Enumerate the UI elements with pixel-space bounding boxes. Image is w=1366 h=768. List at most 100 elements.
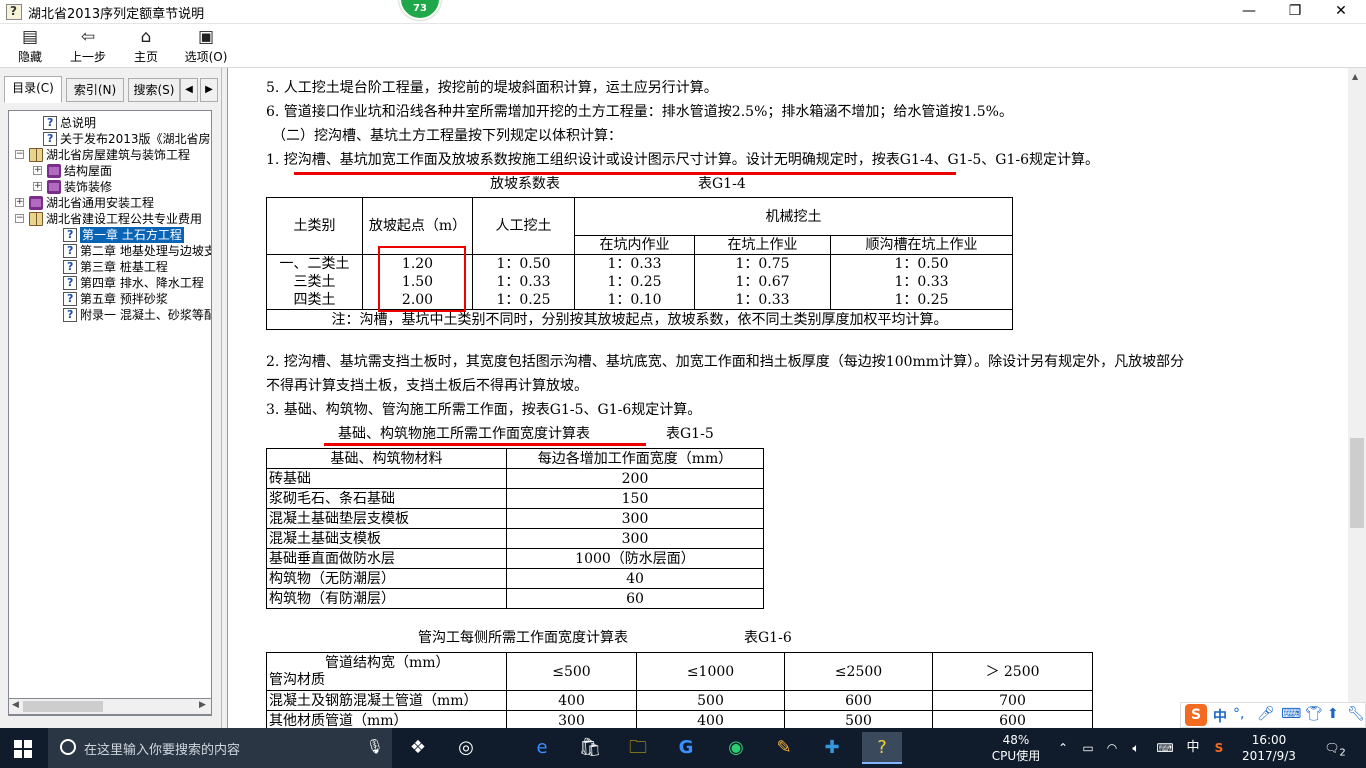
battery-icon[interactable]: ▭	[1080, 740, 1096, 756]
tree-item[interactable]: + 结构屋面	[11, 163, 211, 179]
tray-ime-lang[interactable]: 中	[1184, 740, 1202, 756]
open-book-icon	[29, 148, 43, 162]
tray-chevron-up-icon[interactable]: ⌃	[1056, 740, 1070, 756]
hide-button[interactable]: ▤ 隐藏	[2, 26, 58, 66]
clock-date[interactable]: 2017/9/3	[1234, 748, 1304, 764]
toolbar: ▤ 隐藏 ⇦ 上一步 ⌂ 主页 ▣ 选项(O)	[0, 24, 1366, 68]
tree-horizontal-scrollbar[interactable]: ◀ ▶	[8, 698, 212, 715]
tab-index[interactable]: 索引(N)	[66, 78, 124, 102]
microphone-icon[interactable]: 🎙︎	[366, 739, 384, 755]
tree-item[interactable]: 附录一 混凝土、砂浆等配	[11, 307, 211, 323]
col-header: ≤1000	[636, 652, 785, 691]
tab-contents[interactable]: 目录(C)	[4, 76, 62, 103]
table-row: 其他材质管道（mm） 300 400 500 600	[266, 710, 1093, 728]
scroll-up-arrow-icon[interactable]: ▲	[1352, 72, 1358, 81]
edge-icon[interactable]: e	[522, 732, 562, 764]
content-vertical-scrollbar[interactable]: ▲ ▼	[1348, 68, 1366, 728]
section-2-heading: （二）挖沟槽、基坑土方工程量按下列规定以体积计算：	[272, 128, 622, 144]
col-manual-header: 人工挖土	[472, 197, 575, 255]
options-button[interactable]: ▣ 选项(O)	[178, 26, 234, 66]
value-cell: 500	[636, 690, 785, 711]
floating-counter-badge[interactable]: 73	[399, 0, 441, 20]
sogou-tray-icon[interactable]: S	[1210, 740, 1228, 756]
keyboard-tray-icon[interactable]: ⌨	[1154, 740, 1176, 756]
manual-cell: 1：0.50 1：0.33 1：0.25	[472, 254, 575, 310]
ime-lang-toggle[interactable]: 中	[1213, 706, 1227, 726]
tree-item[interactable]: − 湖北省房屋建筑与装饰工程	[11, 147, 211, 163]
keyboard-icon[interactable]: ⌨	[1281, 706, 1301, 722]
closed-book-icon	[47, 180, 61, 194]
table-row: 砖基础 200	[266, 468, 764, 489]
notes-app-icon[interactable]: ✎	[764, 732, 804, 764]
tree-item[interactable]: 第五章 预拌砂浆	[11, 291, 211, 307]
green-app-icon[interactable]: ◉	[716, 732, 756, 764]
tab-search[interactable]: 搜索(S)	[128, 78, 180, 102]
material-cell: 构筑物（无防潮层）	[266, 568, 507, 589]
home-button[interactable]: ⌂ 主页	[118, 26, 174, 66]
expand-icon[interactable]: +	[15, 198, 24, 207]
material-cell: 混凝土及钢筋混凝土管道（mm）	[266, 690, 507, 711]
close-button[interactable]: ✕	[1318, 0, 1364, 24]
microphone-icon[interactable]: 🎤︎	[1257, 706, 1275, 722]
tree-item[interactable]: 第一章 土石方工程	[11, 227, 211, 243]
minimize-button[interactable]: —	[1226, 0, 1272, 24]
tree-item-label: 总说明	[60, 116, 97, 130]
glodon-app-icon[interactable]: G	[666, 732, 706, 764]
tree-item[interactable]: 第二章 地基处理与边坡支	[11, 243, 211, 259]
file-explorer-icon[interactable]: 🗀	[618, 732, 658, 764]
corner-header-cell: 管道结构宽（mm） 管沟材质	[266, 652, 507, 691]
hide-pane-icon: ▤	[21, 27, 39, 47]
pit-in-cell: 1：0.33 1：0.25 1：0.10	[574, 254, 695, 310]
tree-item-label: 第三章 桩基工程	[80, 260, 168, 274]
tree-item[interactable]: − 湖北省建设工程公共专业费用	[11, 211, 211, 227]
store-icon[interactable]: 🛍︎	[570, 732, 610, 764]
collapse-icon[interactable]: −	[15, 150, 24, 159]
notification-center-icon[interactable]: 🗨︎2	[1320, 740, 1350, 761]
col-pit-on-header: 在坑上作业	[694, 235, 831, 255]
tree-item[interactable]: 总说明	[11, 115, 211, 131]
tree-item-label: 第二章 地基处理与边坡支	[80, 244, 212, 258]
tree-item[interactable]: + 装饰装修	[11, 179, 211, 195]
restore-button[interactable]: ❐	[1272, 0, 1318, 24]
wifi-icon[interactable]: ◠	[1104, 740, 1120, 756]
tools-icon[interactable]: 🔧︎	[1347, 706, 1365, 722]
task-view-icon[interactable]: ❖	[398, 732, 438, 764]
help-page-icon	[63, 243, 77, 259]
windows-start-icon[interactable]	[14, 740, 32, 758]
scrollbar-thumb[interactable]	[23, 701, 103, 712]
expand-icon[interactable]: +	[33, 166, 42, 175]
scroll-right-arrow-icon[interactable]: ▶	[199, 700, 206, 710]
options-label: 选项(O)	[184, 50, 228, 64]
clock-time[interactable]: 16:00	[1234, 732, 1304, 748]
tree-item-label: 关于发布2013版《湖北省房屋	[60, 132, 212, 146]
tabs-scroll-left-icon[interactable]: ◀	[180, 78, 198, 102]
expand-icon[interactable]: +	[33, 182, 42, 191]
help-page-icon	[63, 291, 77, 307]
tree-item[interactable]: 关于发布2013版《湖北省房屋	[11, 131, 211, 147]
taskbar: 在这里输入你要搜索的内容 🎙︎ ❖ ◎ e 🛍︎ 🗀 G ◉ ✎ ✚ ? 48%…	[0, 728, 1366, 768]
scroll-left-arrow-icon[interactable]: ◀	[12, 700, 19, 710]
material-cell: 构筑物（有防潮层）	[266, 588, 507, 609]
tree-item[interactable]: + 湖北省通用安装工程	[11, 195, 211, 211]
material-cell: 基础垂直面做防水层	[266, 548, 507, 569]
tree-item[interactable]: 第三章 桩基工程	[11, 259, 211, 275]
taskbar-search-box[interactable]: 在这里输入你要搜索的内容 🎙︎	[48, 728, 392, 768]
open-book-icon	[29, 212, 43, 226]
scrollbar-thumb[interactable]	[1350, 438, 1364, 528]
help-viewer-task-icon[interactable]: ?	[862, 732, 902, 764]
skin-icon[interactable]: 👕︎	[1305, 706, 1323, 722]
material-cell: 浆砌毛石、条石基础	[266, 488, 507, 509]
browser-360-icon[interactable]: ◎	[446, 732, 486, 764]
arrow-up-icon[interactable]: ⬆	[1327, 706, 1339, 722]
tree-item[interactable]: 第四章 排水、降水工程	[11, 275, 211, 291]
volume-icon[interactable]: 🔈︎	[1128, 740, 1144, 756]
sogou-logo-icon[interactable]: S	[1185, 704, 1207, 726]
tabs-scroll-right-icon[interactable]: ▶	[200, 78, 218, 102]
table-g1-4-code: 表G1-4	[698, 176, 746, 192]
ime-punct-toggle[interactable]: °,	[1233, 706, 1244, 722]
back-button[interactable]: ⇦ 上一步	[60, 26, 116, 66]
collapse-icon[interactable]: −	[15, 214, 24, 223]
blue-plus-app-icon[interactable]: ✚	[812, 732, 852, 764]
col-width-header: 每边各增加工作面宽度（mm）	[506, 448, 764, 469]
table-g1-6-caption: 管沟工每侧所需工作面宽度计算表	[418, 630, 628, 646]
